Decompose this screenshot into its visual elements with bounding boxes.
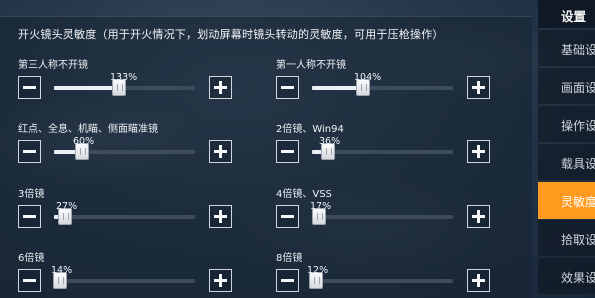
- slider-value: 14%: [51, 265, 73, 276]
- sensitivity-row: 第三人称不开镜 133%: [18, 56, 258, 116]
- setting-label: 3倍镜: [18, 189, 45, 200]
- sidebar-item-label: 画面设置: [561, 81, 595, 95]
- increase-button[interactable]: [209, 205, 232, 228]
- sidebar-item[interactable]: 画面设置: [538, 68, 595, 105]
- sensitivity-row: 6倍镜 14%: [18, 249, 258, 298]
- sensitivity-row: 3倍镜 27%: [18, 185, 258, 245]
- decrease-button[interactable]: [18, 76, 41, 99]
- sidebar-item[interactable]: 基础设置: [538, 30, 595, 67]
- minus-icon: [281, 86, 294, 89]
- slider-value: 27%: [56, 201, 78, 212]
- slider-track[interactable]: [53, 272, 195, 289]
- increase-button[interactable]: [467, 140, 490, 163]
- decrease-button[interactable]: [18, 205, 41, 228]
- setting-label: 第三人称不开镜: [18, 60, 88, 71]
- sensitivity-row: 红点、全息、机瞄、侧面瞄准镜 60%: [18, 120, 258, 180]
- decrease-button[interactable]: [18, 140, 41, 163]
- slider-value: 104%: [354, 72, 382, 83]
- plus-icon: [214, 210, 227, 223]
- decrease-button[interactable]: [18, 269, 41, 292]
- sidebar-item[interactable]: 效果设置: [538, 258, 595, 295]
- sensitivity-row: 4倍镜、VSS 17%: [276, 185, 516, 245]
- increase-button[interactable]: [209, 269, 232, 292]
- plus-icon: [472, 274, 485, 287]
- slider-value: 60%: [73, 136, 95, 147]
- sidebar-item[interactable]: 灵敏度设置: [538, 182, 595, 219]
- sidebar-item[interactable]: 操作设置: [538, 106, 595, 143]
- minus-icon: [23, 279, 36, 282]
- plus-icon: [472, 210, 485, 223]
- sensitivity-row: 2倍镜、Win94 36%: [276, 120, 516, 180]
- increase-button[interactable]: [209, 140, 232, 163]
- increase-button[interactable]: [467, 205, 490, 228]
- sidebar-item-label: 操作设置: [561, 119, 595, 133]
- slider-track[interactable]: [312, 208, 453, 225]
- setting-label: 8倍镜: [276, 253, 303, 264]
- slider-track[interactable]: [312, 79, 453, 96]
- slider-value: 133%: [110, 72, 138, 83]
- slider-fill: [54, 86, 119, 90]
- slider-track[interactable]: [54, 79, 195, 96]
- setting-label: 6倍镜: [18, 253, 45, 264]
- sidebar-item-label: 灵敏度设置: [561, 195, 595, 209]
- decrease-button[interactable]: [276, 76, 299, 99]
- slider-track[interactable]: [54, 143, 195, 160]
- minus-icon: [281, 215, 294, 218]
- minus-icon: [281, 150, 294, 153]
- decrease-button[interactable]: [276, 140, 299, 163]
- sidebar: 设置 基础设置画面设置操作设置载具设置灵敏度设置拾取设置效果设置: [538, 0, 595, 298]
- plus-icon: [214, 81, 227, 94]
- sidebar-item[interactable]: 拾取设置: [538, 220, 595, 257]
- slider-value: 12%: [307, 265, 329, 276]
- increase-button[interactable]: [467, 76, 490, 99]
- sidebar-item-label: 载具设置: [561, 157, 595, 171]
- setting-label: 2倍镜、Win94: [276, 124, 344, 135]
- plus-icon: [472, 145, 485, 158]
- sidebar-title: 设置: [561, 9, 587, 24]
- minus-icon: [281, 279, 294, 282]
- minus-icon: [23, 86, 36, 89]
- slider-value: 36%: [319, 136, 341, 147]
- decrease-button[interactable]: [276, 205, 299, 228]
- sidebar-item-label: 拾取设置: [561, 233, 595, 247]
- decrease-button[interactable]: [276, 269, 299, 292]
- plus-icon: [214, 145, 227, 158]
- sidebar-item-label: 基础设置: [561, 43, 595, 57]
- setting-label: 第一人称不开镜: [276, 60, 346, 71]
- sidebar-item[interactable]: 载具设置: [538, 144, 595, 181]
- increase-button[interactable]: [467, 269, 490, 292]
- plus-icon: [214, 274, 227, 287]
- sensitivity-row: 第一人称不开镜 104%: [276, 56, 516, 116]
- minus-icon: [23, 215, 36, 218]
- sensitivity-row: 8倍镜 12%: [276, 249, 516, 298]
- sidebar-header: 设置: [538, 0, 595, 28]
- sidebar-item-label: 效果设置: [561, 271, 595, 285]
- section-title: 开火镜头灵敏度（用于开火情况下，划动屏幕时镜头转动的灵敏度，可用于压枪操作）: [18, 28, 444, 41]
- setting-label: 4倍镜、VSS: [276, 189, 332, 200]
- slider-value: 17%: [310, 201, 332, 212]
- minus-icon: [23, 150, 36, 153]
- increase-button[interactable]: [209, 76, 232, 99]
- setting-label: 红点、全息、机瞄、侧面瞄准镜: [18, 124, 158, 135]
- slider-track[interactable]: [312, 143, 453, 160]
- plus-icon: [472, 81, 485, 94]
- slider-track[interactable]: [54, 208, 195, 225]
- slider-track[interactable]: [309, 272, 453, 289]
